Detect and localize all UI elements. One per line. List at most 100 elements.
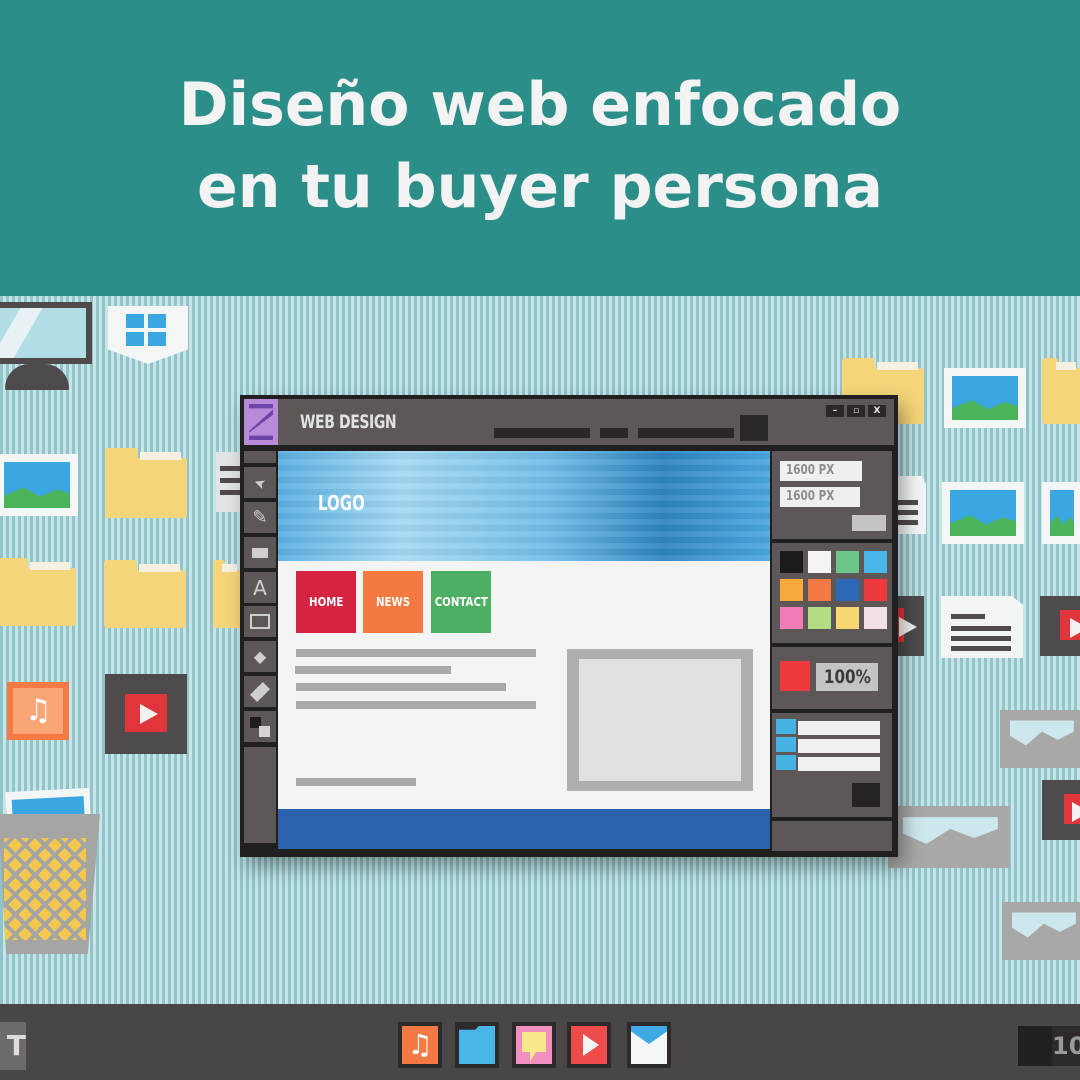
- color-swatch[interactable]: [780, 607, 803, 629]
- header-banner: Diseño web enfocado en tu buyer persona: [0, 0, 1080, 296]
- fill-diamond-icon: ◆: [253, 647, 267, 666]
- image-placeholder-icon: [1000, 710, 1080, 768]
- layer-color[interactable]: [776, 719, 796, 734]
- tool-palette: ➤ ✎ A ◆: [244, 451, 276, 851]
- blue-folder-icon: [459, 1026, 495, 1064]
- music-note-icon: ♫: [402, 1026, 438, 1064]
- monitor-icon: [0, 302, 92, 364]
- eraser-icon: [250, 681, 270, 702]
- status-panel: [772, 821, 892, 851]
- video-file-icon: [896, 596, 924, 656]
- folder-icon: [0, 558, 76, 626]
- menu-bar-placeholder[interactable]: [638, 428, 734, 438]
- headline: Diseño web enfocado en tu buyer persona: [179, 64, 902, 228]
- trash-bin-icon: [0, 814, 100, 954]
- taskbar-mail-app[interactable]: [627, 1022, 671, 1068]
- image-placeholder-icon: [1002, 902, 1080, 960]
- color-swatch[interactable]: [864, 607, 887, 629]
- text-icon: A: [253, 575, 267, 600]
- web-design-window[interactable]: WEB DESIGN – ▫ X ➤ ✎ A ◆ LOGO HOME NEWS …: [240, 395, 898, 857]
- close-button[interactable]: X: [868, 405, 886, 417]
- desktop-scene: ♫ WEB DESIGN – ▫ X ➤ ✎ A ◆ LOGO HOME NEW…: [0, 296, 1080, 1080]
- folder-icon: [1042, 358, 1080, 424]
- taskbar-music-app[interactable]: ♫: [398, 1022, 442, 1068]
- layer-color[interactable]: [776, 755, 796, 770]
- maximize-button[interactable]: ▫: [847, 405, 865, 417]
- nav-button-contact[interactable]: CONTACT: [431, 571, 491, 633]
- color-swatch[interactable]: [836, 551, 859, 573]
- menu-square-placeholder[interactable]: [740, 415, 768, 441]
- menu-bar-placeholder[interactable]: [494, 428, 590, 438]
- image-file-icon: [1042, 482, 1080, 544]
- start-button[interactable]: T: [0, 1022, 26, 1070]
- document-icon: [941, 596, 1023, 658]
- text-line-placeholder: [296, 683, 506, 691]
- add-layer-button[interactable]: [852, 783, 880, 807]
- color-swatch[interactable]: [808, 579, 831, 601]
- rectangle-fill-tool-button[interactable]: [244, 537, 276, 568]
- arrow-icon: ➤: [251, 472, 269, 493]
- chat-bubble-icon: [516, 1026, 552, 1064]
- color-palette-panel: [772, 543, 892, 643]
- folder-icon: [105, 448, 187, 518]
- taskbar-chat-app[interactable]: [512, 1022, 556, 1068]
- rectangle-outline-tool-button[interactable]: [244, 606, 276, 637]
- apply-size-button[interactable]: [852, 515, 886, 531]
- window-controls: – ▫ X: [826, 405, 886, 417]
- color-swap-icon: [250, 716, 270, 737]
- mail-envelope-icon: [631, 1026, 667, 1064]
- windows-logo-icon: [108, 306, 188, 364]
- eraser-tool-button[interactable]: [244, 676, 276, 707]
- color-swatch[interactable]: [780, 579, 803, 601]
- layer-row[interactable]: [798, 739, 880, 753]
- nav-button-news[interactable]: NEWS: [363, 571, 423, 633]
- logo-text[interactable]: LOGO: [318, 491, 365, 515]
- layers-panel: [772, 713, 892, 817]
- page-footer: [278, 809, 770, 849]
- color-swatch[interactable]: [836, 579, 859, 601]
- color-swatch[interactable]: [864, 579, 887, 601]
- play-icon: [571, 1026, 607, 1064]
- color-swatch[interactable]: [836, 607, 859, 629]
- arrow-tool-button[interactable]: ➤: [244, 467, 276, 498]
- nav-button-home[interactable]: HOME: [296, 571, 356, 633]
- current-color-swatch[interactable]: [780, 661, 810, 691]
- image-file-icon: [942, 482, 1024, 544]
- design-canvas[interactable]: LOGO HOME NEWS CONTACT: [278, 451, 770, 849]
- text-line-placeholder: [296, 701, 536, 709]
- image-file-icon: [0, 454, 78, 516]
- video-file-icon: [105, 674, 187, 754]
- image-placeholder-icon: [888, 806, 1010, 868]
- text-line-placeholder: [296, 649, 536, 657]
- music-file-icon: ♫: [7, 682, 69, 740]
- layer-row[interactable]: [798, 757, 880, 771]
- color-swatch[interactable]: [808, 607, 831, 629]
- brush-icon: ✎: [252, 507, 268, 528]
- height-field[interactable]: 1600 PX: [780, 487, 860, 507]
- width-field[interactable]: 1600 PX: [780, 461, 862, 481]
- color-swatch[interactable]: [780, 551, 803, 573]
- brush-tool-button[interactable]: ✎: [244, 502, 276, 533]
- color-swatch[interactable]: [808, 551, 831, 573]
- color-swatch[interactable]: [864, 551, 887, 573]
- system-clock[interactable]: 10: [1018, 1026, 1080, 1066]
- image-file-icon: [944, 368, 1026, 428]
- layer-color[interactable]: [776, 737, 796, 752]
- text-tool-button[interactable]: A: [244, 572, 276, 603]
- rectangle-fill-icon: [252, 547, 268, 558]
- toolbar-grip: [244, 451, 276, 463]
- zoom-panel: 100%: [772, 647, 892, 709]
- taskbar-folder-app[interactable]: [455, 1022, 499, 1068]
- headline-line-2: en tu buyer persona: [197, 152, 883, 222]
- video-file-icon: [1042, 780, 1080, 840]
- text-line-placeholder: [296, 778, 416, 786]
- layer-row[interactable]: [798, 721, 880, 735]
- taskbar-video-app[interactable]: [567, 1022, 611, 1068]
- color-swap-tool-button[interactable]: [244, 711, 276, 742]
- fill-tool-button[interactable]: ◆: [244, 641, 276, 672]
- app-logo-icon: [244, 399, 278, 445]
- minimize-button[interactable]: –: [826, 405, 844, 417]
- menu-bar-placeholder[interactable]: [600, 428, 628, 438]
- window-titlebar[interactable]: WEB DESIGN – ▫ X: [244, 399, 894, 445]
- zoom-level[interactable]: 100%: [816, 663, 878, 691]
